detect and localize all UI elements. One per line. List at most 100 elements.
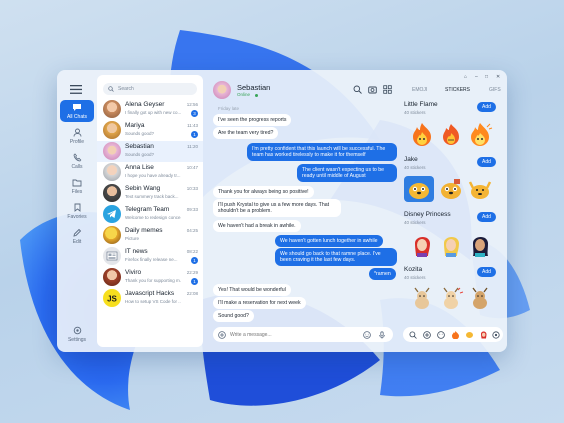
rail-label: Edit <box>72 239 82 245</box>
tab-emoji[interactable]: EMOJI <box>412 87 427 93</box>
goat-sticker[interactable] <box>467 286 493 312</box>
microphone-icon[interactable] <box>378 330 386 339</box>
rail-label: Files <box>71 189 83 195</box>
message-incoming[interactable]: We haven't had a break in awhile. <box>213 220 301 232</box>
nav-rail: All Chats Profile Calls Files Favories E… <box>57 70 97 352</box>
recent-sticker-icon[interactable] <box>465 330 474 339</box>
recent-sticker-icon[interactable] <box>451 330 460 339</box>
close-icon[interactable]: ✕ <box>496 74 500 80</box>
chat-row[interactable]: Mariya Sounds good? 11:43 1 <box>97 120 203 141</box>
chat-time: 11:43 <box>187 123 198 128</box>
recent-sticker-icon[interactable] <box>479 330 488 339</box>
message-incoming[interactable]: Are the team very tired? <box>213 127 279 139</box>
avatar <box>103 184 121 202</box>
message-incoming[interactable]: I'll make a reservation for next week <box>213 297 306 309</box>
jasmine-sticker[interactable] <box>467 231 493 257</box>
add-pack-button[interactable]: Add <box>477 102 496 112</box>
jake-sticker[interactable] <box>438 176 464 202</box>
gear-icon <box>73 326 81 335</box>
add-pack-button[interactable]: Add <box>477 212 496 222</box>
chat-time: 11:20 <box>187 144 198 149</box>
search-icon[interactable] <box>353 85 362 94</box>
chat-row[interactable]: Alena Geyser I finally got up with new c… <box>97 99 203 120</box>
date-divider: Friday late <box>218 105 240 111</box>
rail-label: Favories <box>67 214 87 220</box>
add-icon[interactable] <box>423 330 431 339</box>
chat-time: 22:08 <box>186 291 198 296</box>
message-incoming[interactable]: Yes! That would be wonderful <box>213 284 291 296</box>
chat-row-selected[interactable]: Sebastian Sounds good? 11:20 <box>97 141 203 162</box>
flame-sticker[interactable] <box>409 121 435 147</box>
chat-row[interactable]: Anna Lise I hope you have already tr... … <box>97 162 203 183</box>
chat-row[interactable]: Daily memes Picture 04:25 <box>97 225 203 246</box>
rail-edit[interactable]: Edit <box>60 228 94 245</box>
camera-icon[interactable] <box>368 85 377 94</box>
grid-icon[interactable] <box>383 85 392 94</box>
message-outgoing[interactable]: *ramen <box>369 268 396 280</box>
contact-avatar[interactable] <box>213 81 231 99</box>
js-logo: JS <box>103 289 121 307</box>
online-status: Online <box>237 92 251 97</box>
minimize-icon[interactable]: – <box>475 74 478 80</box>
pack-name: Kozita <box>404 266 423 273</box>
rail-files[interactable]: Files <box>60 178 94 195</box>
message-outgoing[interactable]: We should go back to that ramne place. I… <box>275 248 397 267</box>
contact-name: Sebastian <box>237 83 271 92</box>
rail-favorites[interactable]: Favories <box>60 203 94 220</box>
message-incoming[interactable]: Sound good? <box>213 310 254 322</box>
message-outgoing[interactable]: We haven't gotten lunch together in awhi… <box>275 235 383 247</box>
ariel-sticker[interactable] <box>409 231 435 257</box>
chat-preview: Sounds good? <box>125 131 155 136</box>
add-pack-button[interactable]: Add <box>477 157 496 167</box>
message-input[interactable] <box>230 330 350 339</box>
emoji-icon[interactable] <box>437 330 445 339</box>
unread-badge: 1 <box>191 278 198 285</box>
chat-row[interactable]: IT news Firefox finally release ne... 08… <box>97 246 203 267</box>
bookmark-icon <box>74 203 80 212</box>
message-incoming[interactable]: Thank you for always being so positive! <box>213 186 314 198</box>
pack-name: Jake <box>404 156 418 163</box>
chat-time: 12:56 <box>186 102 198 107</box>
goat-sticker[interactable] <box>438 286 464 312</box>
chat-row[interactable]: JS Javascript Hacks How to setup VS Code… <box>97 288 203 309</box>
avatar <box>103 163 121 181</box>
rail-settings[interactable]: Settings <box>60 326 94 343</box>
maximize-icon[interactable]: □ <box>485 74 488 80</box>
rail-calls[interactable]: Calls <box>60 153 94 170</box>
pin-icon[interactable]: ⌂ <box>464 74 467 80</box>
tab-gifs[interactable]: GIFS <box>489 87 501 93</box>
flame-sticker[interactable] <box>467 121 493 147</box>
sticker-toolbar <box>403 327 503 342</box>
chat-preview: Text summery track back... <box>125 194 179 199</box>
rail-label: Settings <box>67 337 87 343</box>
settings-icon[interactable] <box>492 330 500 339</box>
search-input[interactable]: Search <box>103 83 197 95</box>
messenger-window: All Chats Profile Calls Files Favories E… <box>57 70 507 352</box>
goat-sticker[interactable] <box>409 286 435 312</box>
message-outgoing[interactable]: The client wasn't expecting us to be rea… <box>297 164 397 183</box>
chat-row[interactable]: Viviro Thank you for supporting m... 22:… <box>97 267 203 288</box>
add-pack-button[interactable]: Add <box>477 267 496 277</box>
menu-icon[interactable] <box>70 85 82 94</box>
message-composer <box>213 327 393 342</box>
chat-row[interactable]: Telegram Team Welcome to redesign conce.… <box>97 204 203 225</box>
pack-count: 40 stickers <box>404 275 426 280</box>
emoji-icon[interactable] <box>363 330 371 339</box>
message-incoming[interactable]: I'll push Krystal to give us a few more … <box>213 199 341 218</box>
chat-bubble-icon <box>73 104 81 111</box>
rail-profile[interactable]: Profile <box>60 128 94 145</box>
aurora-sticker[interactable] <box>438 231 464 257</box>
chat-name: Telegram Team <box>125 206 170 213</box>
search-icon <box>108 86 114 92</box>
message-outgoing[interactable]: I'm pretty confident that this launch wi… <box>247 143 397 162</box>
message-incoming[interactable]: I've seen the progress reports <box>213 114 292 126</box>
tab-stickers[interactable]: STICKERS <box>445 87 470 93</box>
chat-row[interactable]: Sebin Wang Text summery track back... 10… <box>97 183 203 204</box>
add-attachment-icon[interactable] <box>218 330 226 339</box>
search-icon[interactable] <box>409 331 417 339</box>
jake-sticker[interactable] <box>467 176 493 202</box>
flame-sticker[interactable] <box>438 121 464 147</box>
jake-sticker[interactable] <box>404 176 434 202</box>
rail-all-chats[interactable]: All Chats <box>60 100 94 122</box>
rail-label: All Chats <box>66 114 87 120</box>
